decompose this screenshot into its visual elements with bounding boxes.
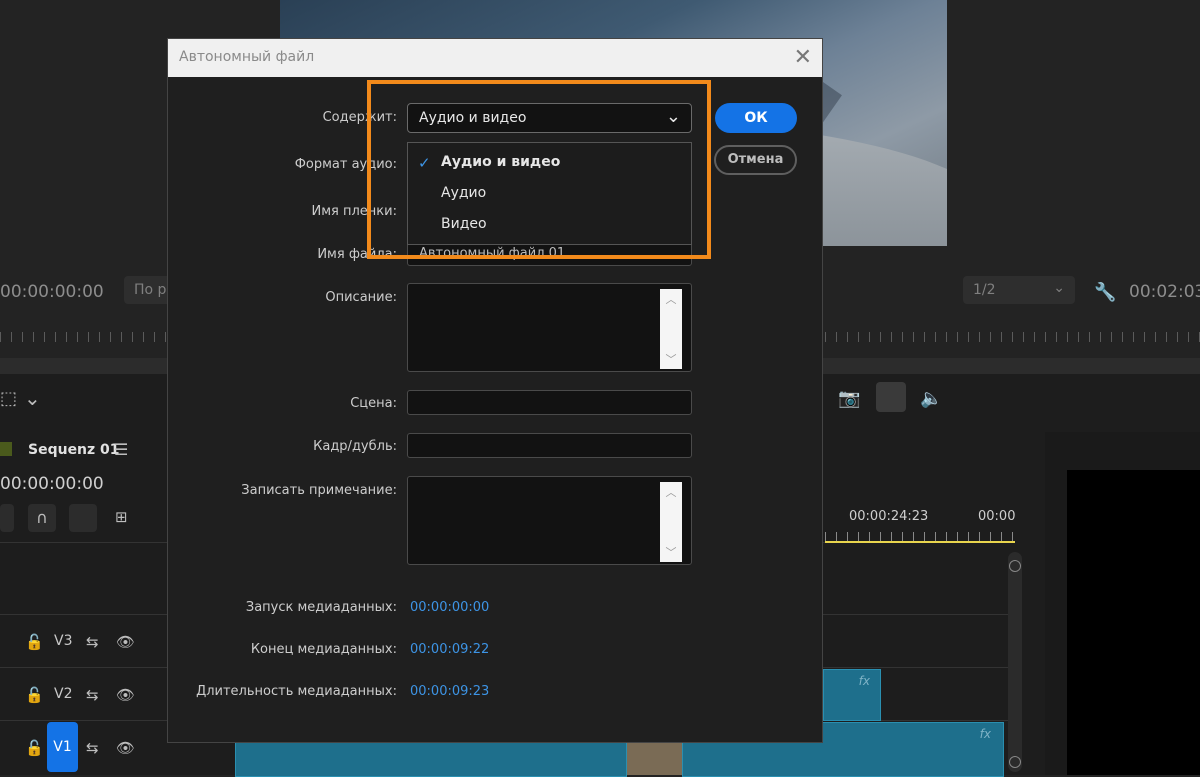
scene-label: Сцена: <box>350 396 397 411</box>
audio-format-label: Формат аудио: <box>294 157 397 172</box>
work-area-bar[interactable] <box>825 541 1015 543</box>
camera-icon[interactable]: 📷 <box>838 388 860 409</box>
ripple-icon[interactable] <box>0 504 14 532</box>
scroll-up-icon[interactable]: ︿ <box>660 291 682 307</box>
clip-thumbnail[interactable] <box>627 742 682 775</box>
linked-selection-icon[interactable] <box>69 504 97 532</box>
clip-v1-a[interactable] <box>235 742 627 777</box>
scroll-up-icon[interactable]: ︿ <box>660 484 682 500</box>
close-icon[interactable]: ✕ <box>794 45 812 70</box>
scene-field[interactable] <box>407 390 692 415</box>
content-label: Содержит: <box>322 110 397 125</box>
media-start-timecode[interactable]: 00:00:00:00 <box>410 600 489 615</box>
eye-icon[interactable]: 👁 <box>116 739 135 757</box>
eye-icon[interactable]: 👁 <box>116 686 135 704</box>
chevron-down-icon: ⌄ <box>1053 280 1065 296</box>
fx-badge: fx <box>979 727 991 741</box>
source-timecode[interactable]: 00:00:00:00 <box>0 282 104 302</box>
snap-magnet-icon[interactable]: ∩ <box>28 504 56 532</box>
track-label-v2[interactable]: V2 <box>54 686 72 702</box>
description-scrollbar[interactable]: ︿ ﹀ <box>660 289 682 369</box>
scroll-down-icon[interactable]: ﹀ <box>660 544 682 560</box>
lock-icon[interactable]: 🔓 <box>25 739 44 757</box>
sync-icon[interactable]: ⇆ <box>86 686 99 704</box>
speaker-icon[interactable]: 🔈 <box>920 388 942 409</box>
lock-icon[interactable]: 🔓 <box>25 686 44 704</box>
tape-name-label: Имя пленки: <box>311 204 397 219</box>
add-marker-icon[interactable]: ⊞ <box>115 508 128 526</box>
take-field[interactable] <box>407 433 692 458</box>
ruler-time-1: 00:00:24:23 <box>849 509 929 524</box>
dialog-title: Автономный файл <box>179 49 315 65</box>
chevron-down-icon[interactable]: ⌄ <box>24 386 41 410</box>
description-textarea[interactable]: ︿ ﹀ <box>407 283 692 372</box>
ok-button[interactable]: ОК <box>715 103 797 133</box>
sequence-color-icon <box>0 442 12 456</box>
dialog-titlebar: Автономный файл ✕ <box>168 39 822 77</box>
program-timecode[interactable]: 00:02:03 <box>1129 282 1200 302</box>
clip-v2[interactable]: fx <box>823 669 881 721</box>
track-label-v3[interactable]: V3 <box>54 633 72 649</box>
fx-badge: fx <box>858 674 870 688</box>
menu-icon[interactable]: ☰ <box>114 440 128 459</box>
take-label: Кадр/дубль: <box>313 439 397 454</box>
log-note-scrollbar[interactable]: ︿ ﹀ <box>660 482 682 562</box>
sync-icon[interactable]: ⇆ <box>86 633 99 651</box>
sequence-timecode[interactable]: 00:00:00:00 <box>0 474 104 494</box>
meter-area <box>1067 470 1200 775</box>
annotation-highlight-box <box>367 80 711 259</box>
compare-view-icon[interactable] <box>876 382 906 412</box>
media-end-label: Конец медиаданных: <box>250 642 397 657</box>
eye-icon[interactable]: 👁 <box>116 633 135 651</box>
log-note-label: Записать примечание: <box>241 483 397 498</box>
ruler-time-2: 00:00 <box>978 509 1016 524</box>
timeline-vertical-scrollbar[interactable] <box>1008 552 1022 772</box>
file-name-label: Имя файла: <box>317 247 397 262</box>
marquee-icon[interactable]: ⬚ <box>0 388 17 409</box>
log-note-textarea[interactable]: ︿ ﹀ <box>407 476 692 565</box>
zoom-value: 1/2 <box>973 282 996 298</box>
sequence-tab[interactable]: Sequenz 01 <box>28 442 120 458</box>
wrench-icon[interactable]: 🔧 <box>1094 282 1116 303</box>
media-duration-timecode[interactable]: 00:00:09:23 <box>410 684 489 699</box>
media-duration-label: Длительность медиаданных: <box>196 684 397 699</box>
track-label-v1[interactable]: V1 <box>47 722 78 772</box>
lock-icon[interactable]: 🔓 <box>25 633 44 651</box>
scroll-down-icon[interactable]: ﹀ <box>660 351 682 367</box>
media-start-label: Запуск медиаданных: <box>245 600 397 615</box>
cancel-button[interactable]: Отмена <box>714 145 797 175</box>
sync-icon[interactable]: ⇆ <box>86 739 99 757</box>
media-end-timecode[interactable]: 00:00:09:22 <box>410 642 489 657</box>
description-label: Описание: <box>325 290 397 305</box>
zoom-dropdown[interactable]: 1/2 ⌄ <box>963 276 1075 304</box>
